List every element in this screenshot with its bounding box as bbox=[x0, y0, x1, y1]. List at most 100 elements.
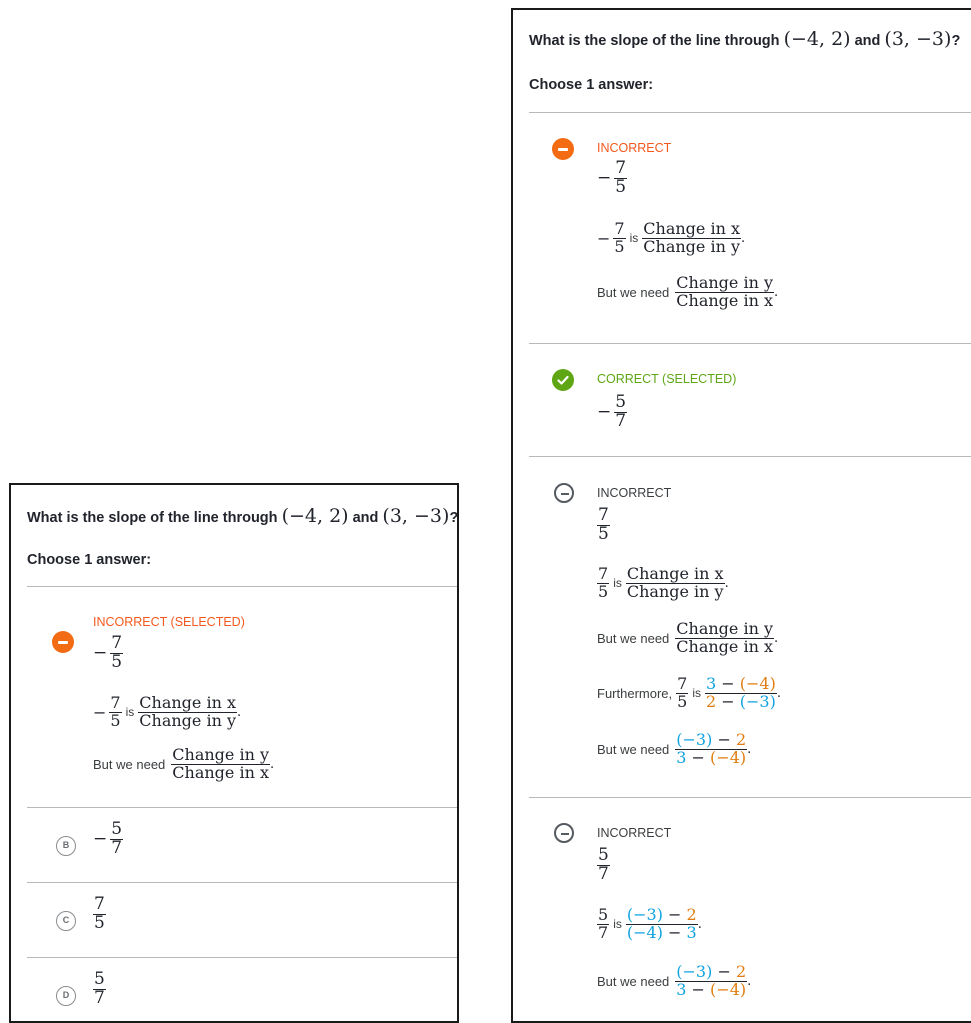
term-a: (−4) bbox=[626, 922, 663, 942]
point-2: (3, −3) bbox=[884, 28, 952, 50]
point-1: (−4, 2) bbox=[281, 505, 349, 527]
term-a: 3 bbox=[676, 979, 687, 999]
is-word: is bbox=[613, 917, 622, 932]
minus-sign: − bbox=[597, 168, 612, 189]
minus-sign: − bbox=[93, 702, 107, 722]
term-b: 2 bbox=[686, 905, 697, 924]
fraction: Change in y Change in x bbox=[675, 619, 775, 656]
minus-op: − bbox=[712, 730, 736, 749]
fraction: 5 7 bbox=[614, 393, 628, 431]
minus-sign: − bbox=[93, 829, 108, 850]
denominator: (−4) − 3 bbox=[626, 922, 698, 942]
need-text: But we need bbox=[597, 741, 670, 757]
choice-explanation: 5 7 is (−3) − 2 (−4) − 3 . bbox=[597, 905, 702, 942]
fraction: Change in y Change in x bbox=[675, 273, 775, 310]
numerator: 7 bbox=[677, 674, 688, 693]
divider bbox=[27, 807, 457, 808]
need-text: But we need bbox=[597, 630, 670, 646]
is-word: is bbox=[125, 705, 135, 720]
fraction: (−3) − 2 3 − (−4) bbox=[675, 962, 748, 999]
denominator: 5 bbox=[111, 651, 123, 672]
numerator: Change in y bbox=[172, 745, 270, 764]
choice-letter-d: D bbox=[56, 986, 76, 1006]
fraction: (−3) − 2 3 − (−4) bbox=[675, 730, 748, 767]
numerator: 5 bbox=[94, 969, 105, 989]
choice-status: INCORRECT (SELECTED) bbox=[93, 615, 245, 629]
minus-op: − bbox=[712, 962, 736, 981]
minus-sign: − bbox=[93, 643, 108, 664]
fraction: 7 5 bbox=[93, 894, 106, 933]
numerator: 7 bbox=[110, 693, 121, 712]
minus-op: − bbox=[686, 747, 711, 767]
term-b: (−4) bbox=[710, 979, 747, 999]
right-exercise-panel: What is the slope of the line through (−… bbox=[511, 8, 971, 1023]
question-mark: ? bbox=[449, 510, 459, 526]
denominator: Change in y bbox=[139, 710, 236, 730]
numerator: 7 bbox=[94, 894, 105, 914]
numerator: Change in x bbox=[643, 219, 740, 238]
denominator: Change in x bbox=[676, 290, 773, 310]
minus-op: − bbox=[662, 905, 687, 924]
numerator: Change in x bbox=[626, 564, 724, 583]
denominator: Change in y bbox=[643, 236, 740, 256]
question-text: What is the slope of the line through (−… bbox=[529, 28, 960, 50]
fraction: 7 5 bbox=[110, 634, 124, 672]
fraction: Change in x Change in y bbox=[625, 564, 725, 601]
fraction: Change in x Change in y bbox=[642, 219, 741, 256]
numerator: Change in y bbox=[676, 273, 774, 292]
term-b: 2 bbox=[735, 962, 747, 981]
is-word: is bbox=[629, 231, 639, 246]
denominator: 5 bbox=[598, 523, 609, 544]
choice-a-answer: − 7 5 bbox=[93, 634, 124, 672]
denominator: 2 − (−3) bbox=[705, 691, 777, 711]
fraction: 5 7 bbox=[597, 846, 610, 884]
choice-status: CORRECT (SELECTED) bbox=[597, 372, 737, 386]
fraction: (−3) − 2 (−4) − 3 bbox=[625, 905, 698, 942]
need-text: But we need bbox=[93, 756, 166, 772]
numerator: 7 bbox=[598, 564, 609, 583]
numerator: 7 bbox=[598, 505, 609, 525]
left-exercise-panel: What is the slope of the line through (−… bbox=[9, 483, 459, 1023]
denominator: Change in x bbox=[676, 636, 773, 656]
numerator: 7 bbox=[615, 158, 627, 178]
choice-status: INCORRECT bbox=[597, 486, 672, 500]
choice-letter-b: B bbox=[56, 836, 76, 856]
term-a: 3 bbox=[706, 674, 717, 693]
numerator: 3 − (−4) bbox=[705, 674, 777, 693]
choice-need: But we need Change in y Change in x . bbox=[597, 619, 779, 656]
denominator: 5 bbox=[614, 236, 625, 256]
minus-outline-icon bbox=[554, 823, 574, 843]
choice-letter-c: C bbox=[56, 911, 76, 931]
denominator: 7 bbox=[598, 922, 609, 942]
term-b: (−4) bbox=[739, 674, 776, 693]
fraction: 7 5 bbox=[597, 564, 610, 601]
fraction: 7 5 bbox=[613, 219, 626, 256]
denominator: Change in x bbox=[172, 762, 269, 782]
term-b: (−3) bbox=[739, 691, 776, 711]
choice-explanation: − 7 5 is Change in x Change in y . bbox=[597, 219, 746, 256]
question-prefix: What is the slope of the line through bbox=[27, 510, 278, 526]
term-a: (−3) bbox=[676, 962, 713, 981]
choice-answer: − 5 7 bbox=[597, 393, 628, 431]
numerator: (−3) − 2 bbox=[675, 962, 747, 981]
divider bbox=[529, 797, 971, 798]
choice-a-need: But we need Change in y Change in x . bbox=[93, 745, 275, 782]
numerator: Change in x bbox=[139, 693, 236, 712]
choice-d-answer: 5 7 bbox=[93, 969, 106, 1008]
choice-need: But we need (−3) − 2 3 − (−4) . bbox=[597, 962, 752, 999]
minus-sign: − bbox=[597, 228, 611, 248]
denominator: 5 bbox=[598, 581, 609, 601]
minus-op: − bbox=[662, 922, 687, 942]
denominator: 5 bbox=[615, 176, 627, 197]
denominator: 5 bbox=[110, 710, 121, 730]
check-circle-icon bbox=[552, 369, 574, 391]
term-b: 2 bbox=[735, 730, 747, 749]
term-a: (−3) bbox=[676, 730, 713, 749]
numerator: 7 bbox=[614, 219, 625, 238]
question-mark: ? bbox=[951, 33, 961, 49]
point-2: (3, −3) bbox=[382, 505, 450, 527]
choice-status: INCORRECT bbox=[597, 826, 672, 840]
denominator: 7 bbox=[94, 987, 105, 1008]
need-text: But we need bbox=[597, 284, 670, 300]
numerator: Change in y bbox=[676, 619, 774, 638]
